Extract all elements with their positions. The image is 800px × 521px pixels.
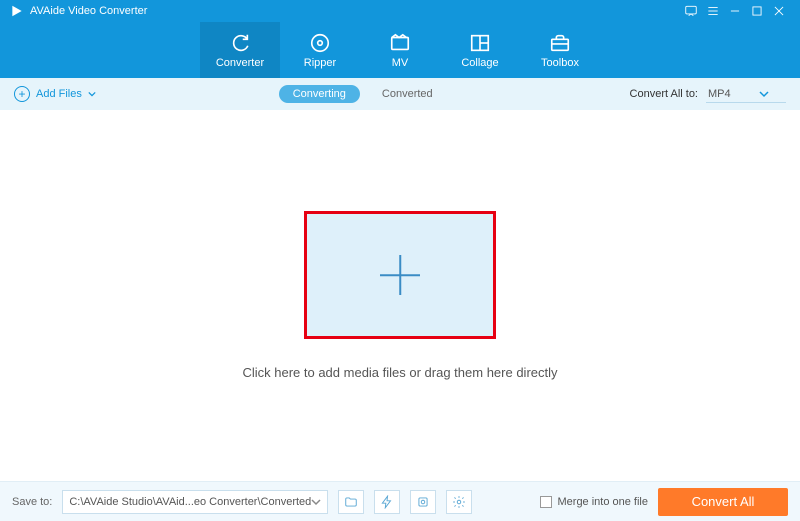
- gpu-accel-button[interactable]: [410, 490, 436, 514]
- nav-collage[interactable]: Collage: [440, 22, 520, 78]
- titlebar: AVAide Video Converter: [0, 0, 800, 22]
- output-format-select[interactable]: MP4: [706, 86, 786, 103]
- converter-icon: [229, 32, 251, 54]
- add-files-button[interactable]: + Add Files: [14, 86, 96, 102]
- add-media-dropzone[interactable]: [304, 211, 496, 339]
- nav-mv[interactable]: MV: [360, 22, 440, 78]
- collage-icon: [469, 32, 491, 54]
- dropzone-hint: Click here to add media files or drag th…: [242, 365, 557, 380]
- chevron-down-icon: [311, 497, 321, 507]
- convert-all-button[interactable]: Convert All: [658, 488, 788, 516]
- save-path-value: C:\AVAide Studio\AVAid...eo Converter\Co…: [69, 496, 311, 508]
- footer: Save to: C:\AVAide Studio\AVAid...eo Con…: [0, 481, 800, 521]
- disc-icon: [309, 32, 331, 54]
- feedback-icon[interactable]: [680, 0, 702, 22]
- subbar: + Add Files Converting Converted Convert…: [0, 78, 800, 110]
- main-nav: Converter Ripper MV Collage Toolbox: [0, 22, 800, 78]
- app-title: AVAide Video Converter: [30, 5, 147, 17]
- chevron-down-icon: [88, 90, 96, 98]
- nav-converter[interactable]: Converter: [200, 22, 280, 78]
- nav-toolbox[interactable]: Toolbox: [520, 22, 600, 78]
- settings-button[interactable]: [446, 490, 472, 514]
- high-speed-button[interactable]: [374, 490, 400, 514]
- plus-icon: [380, 255, 420, 295]
- app-logo-icon: [10, 4, 24, 18]
- merge-checkbox[interactable]: Merge into one file: [540, 496, 649, 508]
- minimize-button[interactable]: [724, 0, 746, 22]
- nav-label: Ripper: [304, 57, 336, 69]
- convert-all-to: Convert All to: MP4: [630, 86, 786, 103]
- chevron-down-icon: [759, 89, 769, 99]
- checkbox-icon: [540, 496, 552, 508]
- save-to-label: Save to:: [12, 496, 52, 508]
- toolbox-icon: [549, 32, 571, 54]
- add-files-label: Add Files: [36, 88, 82, 100]
- format-value: MP4: [708, 88, 731, 100]
- nav-label: Collage: [461, 57, 498, 69]
- tab-converted[interactable]: Converted: [368, 85, 447, 103]
- convert-all-label: Convert All to:: [630, 88, 698, 100]
- menu-icon[interactable]: [702, 0, 724, 22]
- open-folder-button[interactable]: [338, 490, 364, 514]
- tab-converting[interactable]: Converting: [279, 85, 360, 103]
- close-button[interactable]: [768, 0, 790, 22]
- status-tabs: Converting Converted: [96, 85, 630, 103]
- nav-label: Converter: [216, 57, 264, 69]
- nav-ripper[interactable]: Ripper: [280, 22, 360, 78]
- merge-label: Merge into one file: [558, 496, 649, 508]
- plus-circle-icon: +: [14, 86, 30, 102]
- nav-label: MV: [392, 57, 409, 69]
- main-area: Click here to add media files or drag th…: [0, 110, 800, 481]
- nav-label: Toolbox: [541, 57, 579, 69]
- save-path-select[interactable]: C:\AVAide Studio\AVAid...eo Converter\Co…: [62, 490, 328, 514]
- mv-icon: [389, 32, 411, 54]
- maximize-button[interactable]: [746, 0, 768, 22]
